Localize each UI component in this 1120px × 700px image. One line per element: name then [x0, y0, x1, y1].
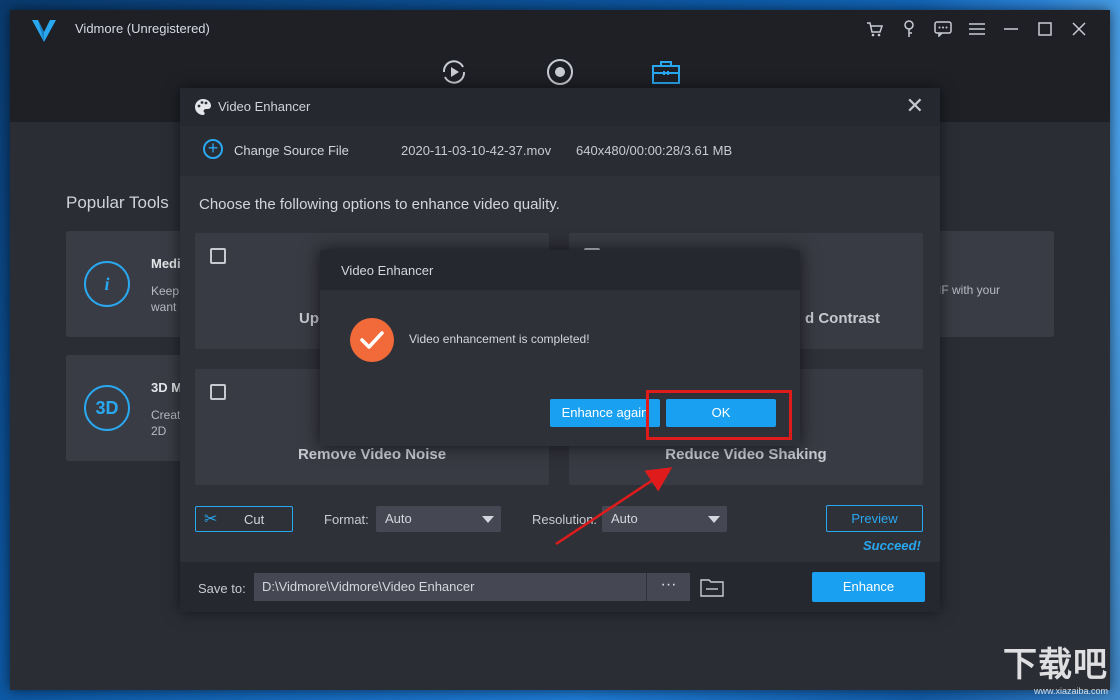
- info-icon: i: [84, 261, 130, 307]
- app-title: Vidmore (Unregistered): [75, 21, 210, 36]
- chevron-down-icon: [708, 516, 720, 523]
- save-bar: Save to: D:\Vidmore\Vidmore\Video Enhanc…: [180, 562, 940, 612]
- minimize-icon[interactable]: [994, 18, 1028, 40]
- tool-card-gif[interactable]: IF with your: [930, 231, 1054, 337]
- chevron-down-icon: [482, 516, 494, 523]
- mv-tab-icon[interactable]: [545, 57, 575, 87]
- preview-button[interactable]: Preview: [826, 505, 923, 532]
- option-label: d Contrast: [805, 310, 880, 327]
- 3d-icon: 3D: [84, 385, 130, 431]
- option-label: Up: [299, 310, 319, 327]
- source-bar: + Change Source File 2020-11-03-10-42-37…: [180, 126, 940, 176]
- palette-icon: [195, 99, 211, 115]
- option-label: Remove Video Noise: [297, 446, 447, 463]
- save-label: Save to:: [198, 581, 246, 596]
- converter-tab-icon[interactable]: [439, 57, 469, 87]
- enhance-button[interactable]: Enhance: [812, 572, 925, 602]
- watermark-text: 下载吧: [1003, 646, 1108, 684]
- enhancer-header: Video Enhancer ✕: [180, 88, 940, 126]
- file-info: 640x480/00:00:28/3.61 MB: [576, 143, 733, 158]
- browse-button[interactable]: ···: [646, 573, 690, 601]
- key-icon[interactable]: [892, 18, 926, 40]
- enhance-again-button[interactable]: Enhance again: [550, 399, 660, 427]
- add-icon[interactable]: +: [203, 139, 223, 159]
- popular-tools-title: Popular Tools: [66, 193, 169, 212]
- feedback-icon[interactable]: [926, 18, 960, 40]
- format-label: Format:: [324, 512, 369, 527]
- format-select[interactable]: Auto: [376, 506, 501, 532]
- watermark: 下载吧 www.xiazaiba.com: [1003, 637, 1108, 696]
- dialog-title: Video Enhancer: [341, 263, 434, 278]
- tool-desc: IF with your: [938, 283, 1001, 297]
- status-text: Succeed!: [863, 538, 921, 553]
- upscale-checkbox[interactable]: [210, 248, 226, 264]
- tool-name: Medi: [151, 256, 181, 271]
- maximize-icon[interactable]: [1028, 18, 1062, 40]
- tool-name: 3D M: [151, 380, 183, 395]
- window-controls: [858, 18, 1096, 40]
- file-name: 2020-11-03-10-42-37.mov: [401, 143, 552, 158]
- annotation-arrow: [555, 467, 673, 546]
- watermark-url: www.xiazaiba.com: [1033, 686, 1108, 696]
- save-path-field[interactable]: D:\Vidmore\Vidmore\Video Enhancer: [254, 573, 646, 601]
- success-check-icon: [350, 318, 394, 362]
- cut-button[interactable]: ✂ Cut: [195, 506, 293, 532]
- menu-icon[interactable]: [960, 18, 994, 40]
- noise-checkbox[interactable]: [210, 384, 226, 400]
- instruction-text: Choose the following options to enhance …: [199, 196, 560, 213]
- dialog-header: Video Enhancer: [320, 250, 800, 290]
- enhancer-title: Video Enhancer: [218, 99, 311, 114]
- highlight-box: [646, 390, 792, 440]
- cart-icon[interactable]: [858, 18, 892, 40]
- close-icon[interactable]: [1062, 18, 1096, 40]
- vidmore-logo: [32, 20, 56, 42]
- close-icon[interactable]: ✕: [906, 95, 924, 117]
- toolbox-tab-icon[interactable]: [651, 57, 681, 87]
- dialog-message: Video enhancement is completed!: [409, 332, 590, 346]
- folder-icon[interactable]: [700, 577, 724, 597]
- scissors-icon: ✂: [204, 511, 218, 528]
- change-source-button[interactable]: Change Source File: [234, 143, 349, 158]
